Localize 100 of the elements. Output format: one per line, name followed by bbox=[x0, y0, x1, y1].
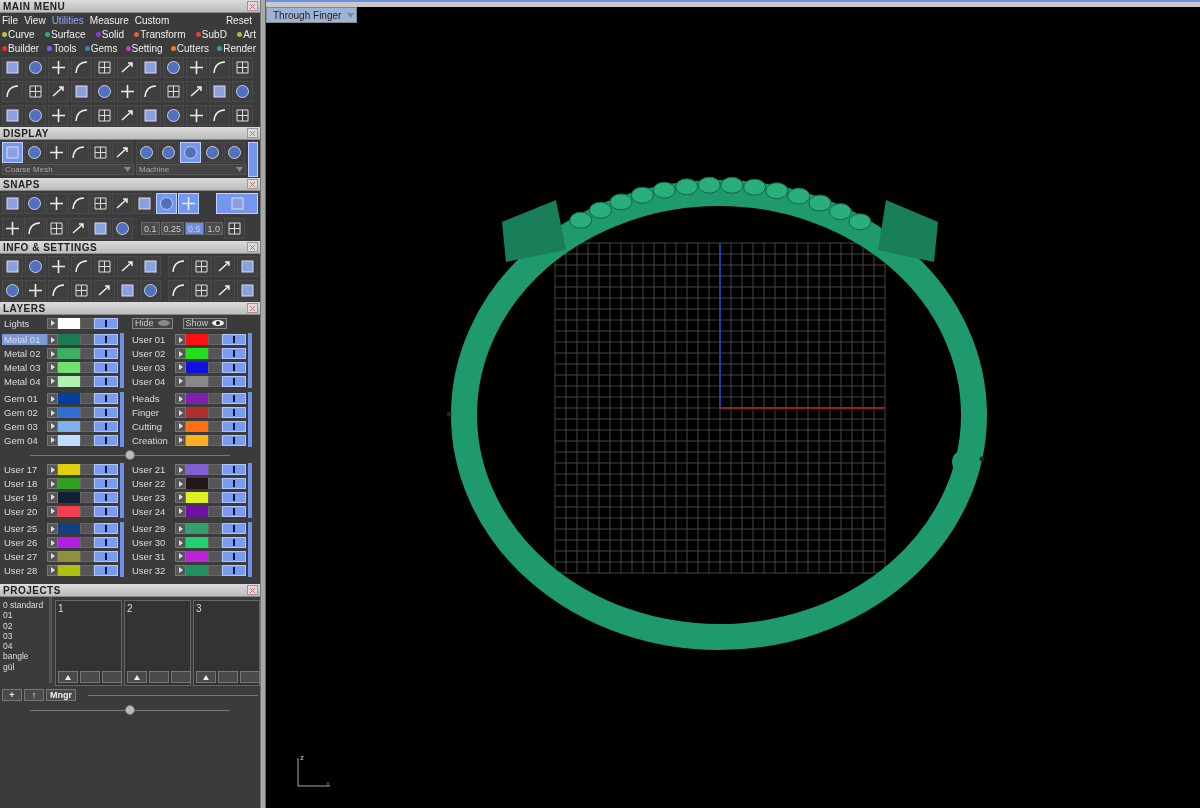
mesh-dropdown[interactable]: Coarse Mesh bbox=[2, 164, 134, 175]
tool-button[interactable] bbox=[2, 104, 23, 126]
tool-button[interactable] bbox=[46, 218, 67, 239]
tool-button[interactable] bbox=[48, 80, 69, 102]
expand-button[interactable] bbox=[47, 464, 58, 476]
tool-button[interactable] bbox=[117, 104, 138, 126]
visibility-button[interactable] bbox=[94, 434, 118, 446]
layer-color-swatch[interactable] bbox=[58, 361, 80, 373]
expand-button[interactable] bbox=[175, 407, 186, 419]
grid-step-button[interactable]: 0.1 bbox=[141, 222, 160, 235]
visibility-button[interactable] bbox=[94, 464, 118, 476]
tool-button[interactable] bbox=[209, 80, 230, 102]
visibility-button[interactable] bbox=[94, 478, 118, 490]
tool-button[interactable] bbox=[25, 279, 46, 301]
upload-button[interactable] bbox=[127, 671, 147, 683]
expand-button[interactable] bbox=[175, 564, 186, 576]
menu-item[interactable]: Measure bbox=[89, 14, 129, 26]
visibility-button[interactable] bbox=[222, 434, 246, 446]
category-tab[interactable]: Curve bbox=[2, 28, 35, 40]
tool-button[interactable] bbox=[140, 255, 161, 277]
expand-button[interactable] bbox=[175, 550, 186, 562]
expand-button[interactable] bbox=[47, 420, 58, 432]
tool-button[interactable] bbox=[163, 80, 184, 102]
expand-button[interactable] bbox=[47, 407, 58, 419]
tool-button[interactable] bbox=[140, 279, 161, 301]
layer-color-swatch[interactable] bbox=[58, 334, 80, 346]
visibility-button[interactable] bbox=[94, 550, 118, 562]
show-button[interactable]: Show bbox=[182, 317, 228, 329]
layer-name[interactable]: User 19 bbox=[2, 491, 47, 503]
visibility-button[interactable] bbox=[94, 393, 118, 405]
layer-name[interactable]: User 23 bbox=[130, 491, 175, 503]
expand-button[interactable] bbox=[47, 550, 58, 562]
tool-button[interactable] bbox=[117, 80, 138, 102]
layer-color-swatch[interactable] bbox=[58, 375, 80, 387]
layer-name[interactable]: Metal 03 bbox=[2, 361, 47, 373]
layer-color-swatch[interactable] bbox=[58, 348, 80, 360]
material-dropdown[interactable]: Machine bbox=[136, 164, 246, 175]
tool-button[interactable] bbox=[191, 255, 212, 277]
tool-button[interactable] bbox=[71, 56, 92, 78]
tool-button[interactable] bbox=[71, 104, 92, 126]
expand-button[interactable] bbox=[47, 348, 58, 360]
project-item[interactable]: 02 bbox=[3, 620, 46, 631]
layer-name[interactable]: User 28 bbox=[2, 564, 47, 576]
category-tab[interactable]: SubD bbox=[195, 28, 227, 40]
expand-button[interactable] bbox=[47, 375, 58, 387]
layer-name[interactable]: User 29 bbox=[130, 523, 175, 535]
tool-button[interactable] bbox=[237, 255, 258, 277]
tool-button[interactable] bbox=[134, 193, 155, 214]
layer-name[interactable]: Metal 04 bbox=[2, 375, 47, 387]
tool-button[interactable] bbox=[168, 279, 189, 301]
layer-color-swatch[interactable] bbox=[58, 434, 80, 446]
tool-button[interactable] bbox=[117, 255, 138, 277]
expand-button[interactable] bbox=[175, 393, 186, 405]
tool-button[interactable] bbox=[71, 80, 92, 102]
category-tab[interactable]: Setting bbox=[125, 42, 163, 54]
tool-button[interactable] bbox=[168, 255, 189, 277]
tool-button[interactable] bbox=[112, 218, 133, 239]
expand-button[interactable] bbox=[175, 361, 186, 373]
layer-name[interactable]: Heads bbox=[130, 393, 175, 405]
category-tab[interactable]: Transform bbox=[134, 28, 186, 40]
tool-button[interactable] bbox=[140, 80, 161, 102]
project-item[interactable]: 0 standard bbox=[3, 600, 46, 611]
visibility-button[interactable] bbox=[222, 407, 246, 419]
tool-button[interactable] bbox=[25, 104, 46, 126]
tool-button[interactable] bbox=[186, 56, 207, 78]
expand-button[interactable] bbox=[47, 537, 58, 549]
layer-name[interactable]: User 27 bbox=[2, 550, 47, 562]
expand-button[interactable] bbox=[47, 361, 58, 373]
tool-button[interactable] bbox=[232, 104, 253, 126]
visibility-button[interactable] bbox=[222, 464, 246, 476]
tool-button[interactable] bbox=[117, 279, 138, 301]
layer-color-swatch[interactable] bbox=[186, 348, 208, 360]
tool-button[interactable] bbox=[46, 142, 67, 163]
tool-button[interactable] bbox=[112, 193, 133, 214]
layer-name[interactable]: Gem 01 bbox=[2, 393, 47, 405]
layer-color-swatch[interactable] bbox=[58, 523, 80, 535]
expand-button[interactable] bbox=[175, 434, 186, 446]
tool-button[interactable] bbox=[24, 218, 45, 239]
layer-color-swatch[interactable] bbox=[186, 361, 208, 373]
menu-item[interactable]: File bbox=[2, 14, 19, 26]
tool-button[interactable] bbox=[25, 80, 46, 102]
expand-button[interactable] bbox=[175, 334, 186, 346]
layer-name[interactable]: Lights bbox=[2, 317, 47, 329]
layer-name[interactable]: User 30 bbox=[130, 537, 175, 549]
project-button[interactable]: + bbox=[2, 689, 22, 701]
tool-button[interactable] bbox=[71, 279, 92, 301]
tool-button[interactable] bbox=[2, 255, 23, 277]
tool-button[interactable] bbox=[224, 142, 245, 163]
visibility-button[interactable] bbox=[222, 564, 246, 576]
layer-name[interactable]: User 02 bbox=[130, 348, 175, 360]
expand-button[interactable] bbox=[47, 434, 58, 446]
tool-button[interactable] bbox=[2, 279, 23, 301]
category-tab[interactable]: Surface bbox=[45, 28, 86, 40]
layer-color-swatch[interactable] bbox=[58, 393, 80, 405]
hide-button[interactable]: Hide bbox=[132, 317, 173, 329]
visibility-button[interactable] bbox=[222, 505, 246, 517]
tool-button[interactable] bbox=[71, 255, 92, 277]
tool-button[interactable] bbox=[237, 279, 258, 301]
collapse-knob[interactable] bbox=[125, 705, 135, 715]
project-item[interactable]: gül bbox=[3, 661, 46, 673]
